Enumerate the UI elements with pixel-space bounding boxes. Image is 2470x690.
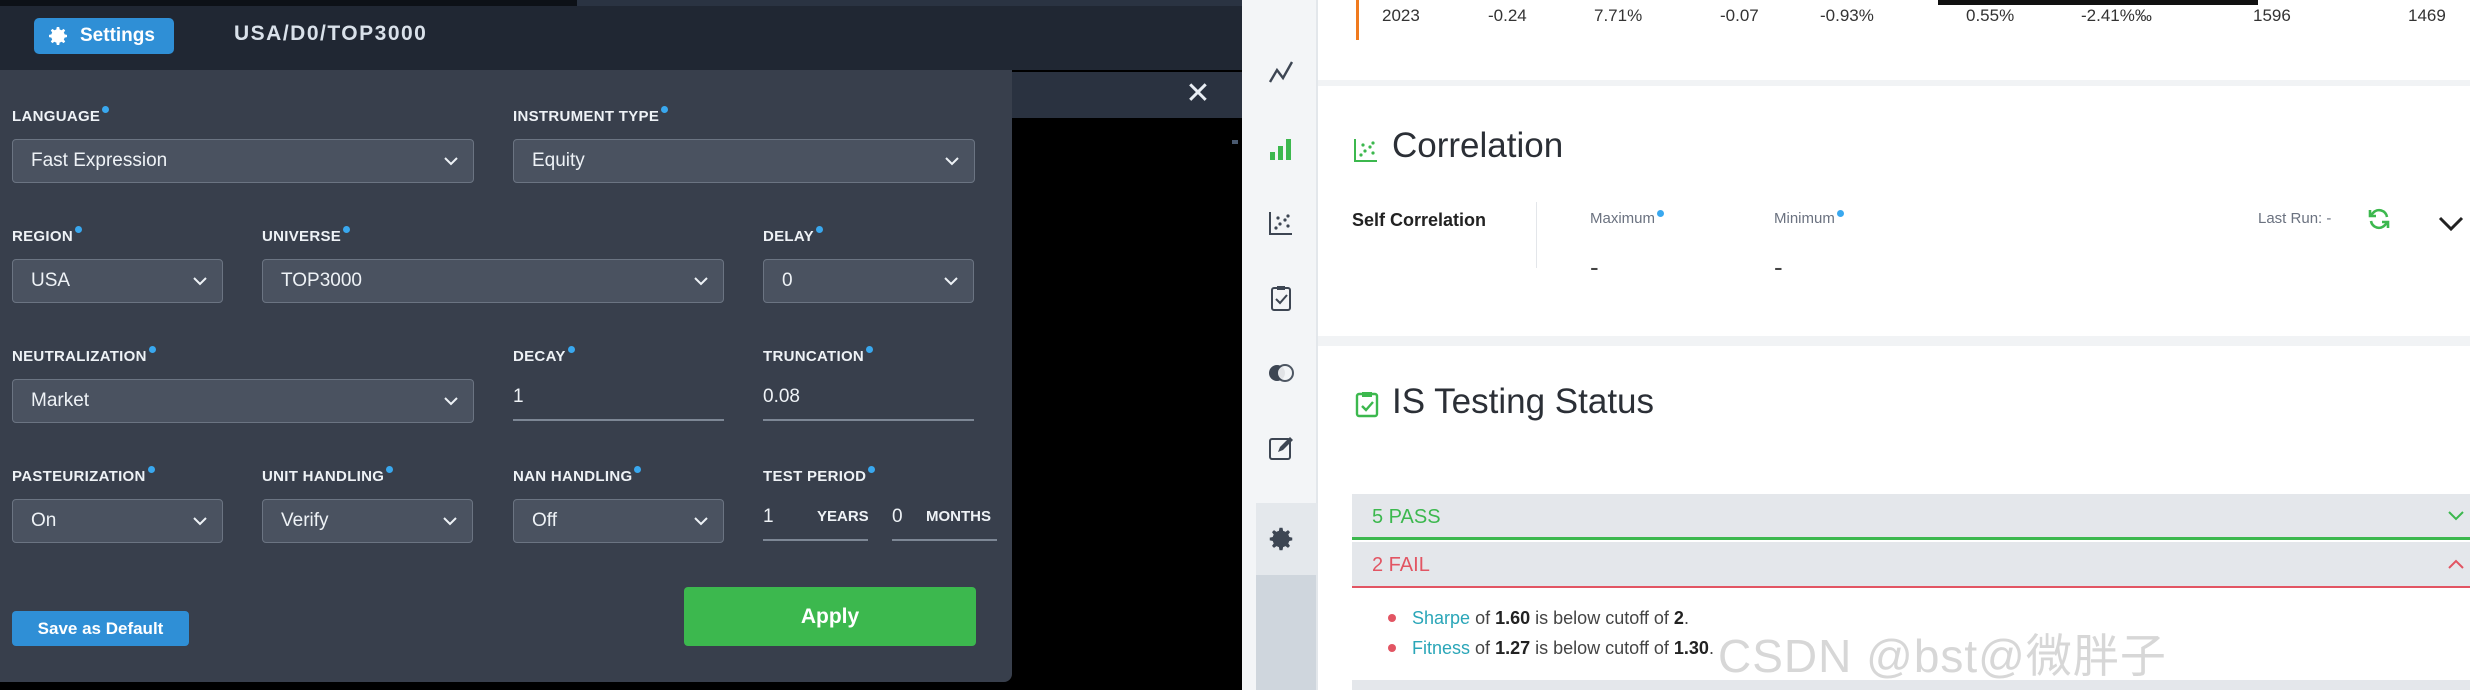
- decay-input[interactable]: 1: [513, 377, 724, 421]
- pass-row[interactable]: 5 PASS: [1352, 494, 2470, 540]
- gear-icon: [49, 27, 67, 45]
- universe-label: UNIVERSE: [262, 226, 351, 245]
- close-icon[interactable]: ✕: [1180, 76, 1216, 112]
- chevron-down-icon: [444, 397, 458, 406]
- stat-cell: 1469: [2408, 6, 2446, 25]
- yearly-stats-row: 2023 -0.24 7.71% -0.07 -0.93% 0.55% -2.4…: [1318, 0, 2470, 40]
- fail-item: Fitness of 1.27 is below cutoff of 1.30.: [1412, 638, 1714, 658]
- clipboard-check-icon[interactable]: [1266, 283, 1296, 313]
- scroll-indicator: [1938, 0, 2258, 5]
- results-pane: 2023 -0.24 7.71% -0.07 -0.93% 0.55% -2.4…: [1318, 0, 2470, 690]
- simulation-pane: Settings USA/D0/TOP3000 ✕ LANGUAGE Fast …: [0, 0, 1242, 690]
- chevron-down-icon: [694, 277, 708, 286]
- refresh-icon[interactable]: [2366, 206, 2392, 232]
- fail-bullet: [1388, 614, 1396, 622]
- stat-cell: 0.55%: [1966, 6, 2015, 25]
- year-cell: 2023: [1382, 6, 1420, 25]
- chevron-down-icon: [193, 517, 207, 526]
- chevron-down-icon[interactable]: [2436, 208, 2466, 238]
- clipboard-check-icon: [1355, 392, 1379, 418]
- chevron-down-icon: [443, 517, 457, 526]
- chevron-down-icon: [2448, 511, 2464, 521]
- line-chart-icon[interactable]: [1266, 58, 1296, 88]
- sharpe-link[interactable]: Sharpe: [1412, 608, 1470, 628]
- maximum-label: Maximum: [1590, 210, 1665, 227]
- test-period-years-input[interactable]: 1 YEARS: [763, 497, 869, 541]
- edit-icon[interactable]: [1266, 433, 1296, 463]
- stat-cell: -0.07: [1720, 6, 1759, 25]
- chevron-down-icon: [694, 517, 708, 526]
- chevron-down-icon: [944, 277, 958, 286]
- minimum-label: Minimum: [1774, 210, 1844, 227]
- scatter-icon: [1354, 139, 1377, 162]
- fail-bullet: [1388, 644, 1396, 652]
- save-as-default-button[interactable]: Save as Default: [12, 611, 189, 646]
- stat-cell: 1596: [2253, 6, 2291, 25]
- settings-label: Settings: [80, 25, 155, 46]
- self-correlation-label: Self Correlation: [1352, 210, 1487, 230]
- toggle-icon[interactable]: [1266, 358, 1296, 388]
- is-testing-title: IS Testing Status: [1392, 382, 1655, 421]
- apply-button[interactable]: Apply: [684, 587, 976, 646]
- stat-cell: -2.41%‰: [2081, 6, 2152, 25]
- fail-row[interactable]: 2 FAIL: [1352, 542, 2470, 588]
- app-root: Settings USA/D0/TOP3000 ✕ LANGUAGE Fast …: [0, 0, 2470, 690]
- divider: [1536, 202, 1537, 268]
- settings-button[interactable]: Settings: [34, 18, 174, 54]
- simulation-path: USA/D0/TOP3000: [234, 22, 428, 45]
- years-value: 1: [763, 506, 774, 527]
- section-divider: [1318, 336, 2470, 346]
- months-unit: MONTHS: [926, 508, 991, 525]
- unit-handling-select[interactable]: Verify: [262, 499, 473, 543]
- delay-select[interactable]: 0: [763, 259, 974, 303]
- bar-chart-icon[interactable]: [1266, 134, 1296, 164]
- language-select[interactable]: Fast Expression: [12, 139, 474, 183]
- chevron-down-icon: [444, 157, 458, 166]
- test-period-months-input[interactable]: 0 MONTHS: [892, 497, 997, 541]
- decay-label: DECAY: [513, 346, 575, 365]
- chevron-down-icon: [193, 277, 207, 286]
- fitness-link[interactable]: Fitness: [1412, 638, 1470, 658]
- nan-handling-select[interactable]: Off: [513, 499, 724, 543]
- scatter-icon[interactable]: [1266, 208, 1296, 238]
- scroll-marker: [1232, 140, 1238, 144]
- nan-handling-label: NAN HANDLING: [513, 466, 642, 485]
- language-label: LANGUAGE: [12, 106, 110, 125]
- stat-cell: -0.93%: [1820, 6, 1874, 25]
- stat-cell: 7.71%: [1594, 6, 1643, 25]
- neutralization-select[interactable]: Market: [12, 379, 474, 423]
- pass-label: 5 PASS: [1372, 506, 1441, 528]
- chevron-up-icon: [2448, 559, 2464, 569]
- truncation-input[interactable]: 0.08: [763, 377, 974, 421]
- region-select[interactable]: USA: [12, 259, 223, 303]
- maximum-value: -: [1590, 252, 1599, 282]
- fail-item: Sharpe of 1.60 is below cutoff of 2.: [1412, 608, 1689, 628]
- toolbar: Settings USA/D0/TOP3000: [0, 6, 1242, 70]
- neutralization-label: NEUTRALIZATION: [12, 346, 156, 365]
- test-period-label: TEST PERIOD: [763, 466, 876, 485]
- pasteurization-select[interactable]: On: [12, 499, 223, 543]
- gear-icon[interactable]: [1266, 524, 1296, 554]
- universe-select[interactable]: TOP3000: [262, 259, 724, 303]
- watermark: CSDN @bst@微胖子: [1718, 630, 2167, 682]
- truncation-label: TRUNCATION: [763, 346, 874, 365]
- pasteurization-label: PASTEURIZATION: [12, 466, 155, 485]
- last-run-text: Last Run: -: [2258, 210, 2332, 227]
- minimum-value: -: [1774, 252, 1783, 282]
- instrument-type-select[interactable]: Equity: [513, 139, 975, 183]
- section-divider: [1318, 80, 2470, 86]
- settings-panel: LANGUAGE Fast Expression INSTRUMENT TYPE…: [0, 70, 1012, 682]
- sidebar-footer: [1256, 575, 1316, 690]
- delay-label: DELAY: [763, 226, 823, 245]
- chevron-down-icon: [945, 157, 959, 166]
- months-value: 0: [892, 506, 903, 527]
- unit-handling-label: UNIT HANDLING: [262, 466, 394, 485]
- region-label: REGION: [12, 226, 82, 245]
- correlation-title: Correlation: [1392, 126, 1564, 165]
- row-marker: [1356, 0, 1359, 40]
- years-unit: YEARS: [817, 508, 869, 525]
- stat-cell: -0.24: [1488, 6, 1527, 25]
- instrument-type-label: INSTRUMENT TYPE: [513, 106, 669, 125]
- fail-label: 2 FAIL: [1372, 554, 1430, 576]
